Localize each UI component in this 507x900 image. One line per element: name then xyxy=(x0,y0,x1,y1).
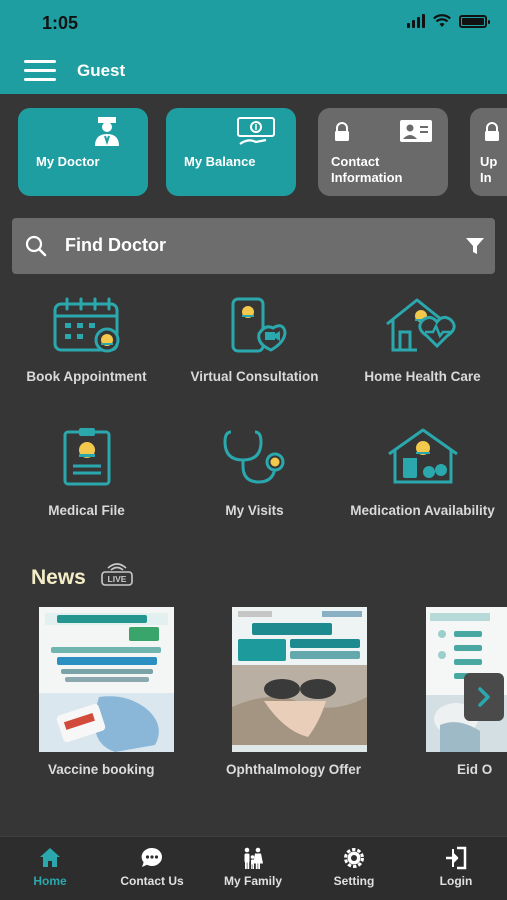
home-health-icon xyxy=(385,298,456,352)
news-image-vaccine xyxy=(39,607,174,752)
news-carousel: Vaccine booking Ophthalmology Offer Eid … xyxy=(0,607,507,787)
header-title: Guest xyxy=(77,61,126,80)
card-label: My Doctor xyxy=(36,154,100,169)
book-appointment-service[interactable]: Book Appointment xyxy=(2,296,171,406)
news-title: News xyxy=(31,566,86,589)
battery-icon xyxy=(459,14,490,28)
bottom-navigation: Home Contact Us My Family Setting Login xyxy=(0,836,507,900)
search-icon xyxy=(25,235,47,257)
hamburger-menu-icon[interactable] xyxy=(24,60,56,82)
phone-video-icon xyxy=(231,297,287,353)
nav-label: Home xyxy=(33,874,67,888)
news-label: Ophthalmology Offer xyxy=(226,762,361,777)
nav-contact-us[interactable]: Contact Us xyxy=(102,837,202,900)
app-header: 1:05 Guest xyxy=(0,0,507,94)
status-time: 1:05 xyxy=(42,13,79,33)
chat-icon xyxy=(141,847,162,867)
service-label: Home Health Care xyxy=(364,369,481,384)
nav-label: Setting xyxy=(333,874,375,888)
service-label: Medication Availability xyxy=(350,503,495,518)
signal-icon xyxy=(407,14,425,28)
nav-my-family[interactable]: My Family xyxy=(203,837,303,900)
doctor-icon xyxy=(95,117,119,146)
service-label: Book Appointment xyxy=(26,369,147,384)
stethoscope-icon xyxy=(222,430,284,484)
nav-setting[interactable]: Setting xyxy=(304,837,404,900)
my-doctor-card[interactable]: My Doctor xyxy=(18,108,148,196)
status-icons xyxy=(407,14,490,28)
family-icon xyxy=(244,847,263,869)
nav-home[interactable]: Home xyxy=(0,837,100,900)
quick-access-cards: My Doctor My Balance Contact Information … xyxy=(18,108,507,198)
contact-information-card[interactable]: Contact Information xyxy=(318,108,448,196)
live-badge-text: LIVE xyxy=(108,574,127,584)
news-next-button[interactable] xyxy=(464,673,504,721)
card-label: Up In xyxy=(480,154,498,185)
wifi-icon xyxy=(433,14,451,27)
lock-icon xyxy=(485,122,499,141)
home-medication-icon xyxy=(387,428,458,484)
nav-label: Login xyxy=(439,874,473,888)
medication-availability-service[interactable]: Medication Availability xyxy=(338,426,507,536)
nav-login[interactable]: Login xyxy=(406,837,506,900)
my-balance-card[interactable]: My Balance xyxy=(166,108,296,196)
find-doctor-search[interactable]: Find Doctor xyxy=(12,218,495,274)
clipboard-icon xyxy=(63,428,110,486)
service-label: Medical File xyxy=(48,503,125,518)
card-label: Contact Information xyxy=(331,154,403,185)
id-card-icon xyxy=(400,120,432,142)
search-placeholder: Find Doctor xyxy=(65,235,166,255)
login-icon xyxy=(446,846,467,870)
live-badge-icon: LIVE xyxy=(101,563,133,586)
virtual-consultation-service[interactable]: Virtual Consultation xyxy=(170,296,339,406)
news-label: Eid O xyxy=(457,762,493,777)
home-health-care-service[interactable]: Home Health Care xyxy=(338,296,507,406)
nav-label: My Family xyxy=(223,874,283,888)
home-icon xyxy=(40,848,60,867)
medical-file-service[interactable]: Medical File xyxy=(2,426,171,536)
calendar-icon xyxy=(53,297,119,353)
update-info-card[interactable]: Up In xyxy=(470,108,507,196)
gear-icon xyxy=(344,848,364,868)
lock-icon xyxy=(335,122,349,141)
news-label: Vaccine booking xyxy=(48,762,155,777)
chevron-right-icon xyxy=(478,687,490,707)
news-image-ophthalmology xyxy=(232,607,367,752)
money-icon xyxy=(237,117,275,145)
card-label: My Balance xyxy=(184,154,256,169)
filter-icon[interactable] xyxy=(465,236,485,256)
my-visits-service[interactable]: My Visits xyxy=(170,426,339,536)
service-label: Virtual Consultation xyxy=(190,369,319,384)
nav-label: Contact Us xyxy=(120,874,184,888)
service-label: My Visits xyxy=(225,503,284,518)
